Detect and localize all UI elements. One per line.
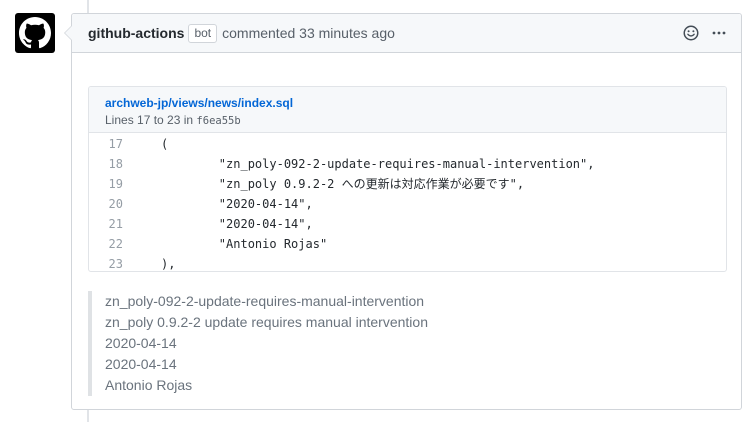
code-line: 19 "zn_poly 0.9.2-2 への更新は対応作業が必要です",: [89, 174, 726, 194]
line-code: "2020-04-14",: [161, 197, 313, 211]
line-number[interactable]: 19: [89, 174, 137, 194]
code-snippet: archweb-jp/views/news/index.sql Lines 17…: [88, 86, 727, 272]
comment-header: github-actions bot commented 33 minutes …: [72, 14, 741, 53]
quote-line: 2020-04-14: [105, 356, 177, 372]
line-code: "zn_poly 0.9.2-2 への更新は対応作業が必要です",: [161, 177, 525, 191]
comment-actions: [675, 21, 731, 45]
bot-badge: bot: [188, 23, 218, 43]
code-line: 20 "2020-04-14",: [89, 194, 726, 214]
avatar[interactable]: [15, 13, 55, 53]
line-range-text: Lines 17 to 23 in: [105, 113, 194, 127]
line-number[interactable]: 23: [89, 254, 137, 271]
line-code: "zn_poly-092-2-update-requires-manual-in…: [161, 157, 595, 171]
line-number[interactable]: 18: [89, 154, 137, 174]
line-number[interactable]: 21: [89, 214, 137, 234]
code-line: 18 "zn_poly-092-2-update-requires-manual…: [89, 154, 726, 174]
line-code: "Antonio Rojas": [161, 237, 328, 251]
line-number[interactable]: 17: [89, 134, 137, 154]
line-number[interactable]: 20: [89, 194, 137, 214]
code-line: 22 "Antonio Rojas": [89, 234, 726, 254]
code-line: 21 "2020-04-14",: [89, 214, 726, 234]
blockquote: zn_poly-092-2-update-requires-manual-int…: [88, 291, 648, 396]
comment-box: github-actions bot commented 33 minutes …: [64, 13, 742, 410]
line-code: "2020-04-14",: [161, 217, 313, 231]
smiley-icon: [683, 25, 699, 41]
snippet-header: archweb-jp/views/news/index.sql Lines 17…: [89, 87, 726, 133]
kebab-horizontal-icon: [712, 31, 726, 35]
commit-sha[interactable]: f6ea55b: [196, 115, 240, 127]
line-number[interactable]: 22: [89, 234, 137, 254]
more-options-button[interactable]: [707, 21, 731, 45]
line-code: ),: [161, 257, 176, 271]
code-line: 23 ),: [89, 254, 726, 271]
quote-line: zn_poly 0.9.2-2 update requires manual i…: [105, 314, 428, 330]
code-lines: 17 ( 18 "zn_poly-092-2-update-requires-m…: [89, 133, 726, 271]
snippet-line-range: Lines 17 to 23 in f6ea55b: [105, 112, 710, 129]
comment-timestamp[interactable]: commented 33 minutes ago: [222, 25, 395, 41]
quote-line: 2020-04-14: [105, 335, 177, 351]
add-reaction-button[interactable]: [679, 21, 703, 45]
quote-line: zn_poly-092-2-update-requires-manual-int…: [105, 293, 425, 309]
github-logo-icon: [19, 17, 51, 49]
snippet-file-link[interactable]: archweb-jp/views/news/index.sql: [105, 95, 710, 111]
author-link[interactable]: github-actions: [88, 25, 184, 41]
line-code: (: [161, 137, 169, 151]
quote-line: Antonio Rojas: [105, 377, 193, 393]
code-line: 17 (: [89, 134, 726, 154]
